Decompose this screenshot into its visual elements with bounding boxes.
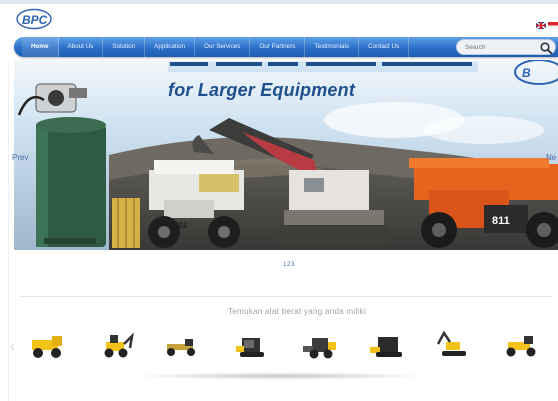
logo-text: BPC: [22, 13, 48, 27]
backhoe-loader-icon[interactable]: [96, 330, 134, 360]
motor-grader-icon[interactable]: [502, 330, 540, 360]
left-border: [8, 62, 9, 401]
nav-contact-us[interactable]: Contact Us: [359, 37, 410, 57]
nav-testimonials[interactable]: Testimonials: [305, 37, 360, 57]
nav-about-us[interactable]: About Us: [59, 37, 104, 57]
banner-next[interactable]: Ne: [546, 153, 556, 162]
compact-loader-icon[interactable]: [368, 330, 406, 360]
banner-headline: for Larger Equipment: [168, 80, 356, 100]
carousel-shadow: [130, 372, 430, 380]
wheel-loader-icon[interactable]: [300, 330, 338, 360]
dump-truck-icon[interactable]: [28, 330, 66, 360]
nav-home[interactable]: Home: [22, 37, 59, 57]
excavator-icon[interactable]: [434, 330, 472, 360]
indonesia-flag-icon: [548, 22, 558, 29]
magnifier-icon[interactable]: [539, 41, 553, 55]
nav-our-partners[interactable]: Our Partners: [250, 37, 306, 57]
language-flags[interactable]: [536, 22, 558, 31]
page: BPC Home About Us Solution Application O…: [0, 0, 558, 401]
bpc-logo[interactable]: BPC: [16, 8, 52, 30]
search-input[interactable]: [465, 42, 535, 53]
nav-solution[interactable]: Solution: [103, 37, 146, 57]
nav-our-services[interactable]: Our Services: [195, 37, 251, 57]
svg-text:B: B: [522, 66, 531, 80]
skid-steer-icon[interactable]: [232, 330, 270, 360]
carousel-prev-icon[interactable]: ‹: [10, 338, 15, 354]
section-divider: [20, 296, 552, 297]
svg-text:811: 811: [492, 215, 510, 227]
grader-icon[interactable]: [163, 330, 201, 360]
uk-flag-icon: [536, 22, 547, 30]
search-box[interactable]: [456, 39, 556, 55]
carousel-tagline: Temukan alat berat yang anda miliki: [227, 307, 367, 316]
top-band: [0, 0, 558, 4]
nav-application[interactable]: Application: [145, 37, 195, 57]
banner-prev[interactable]: Prev: [12, 153, 28, 162]
headline-top-cut: [168, 62, 478, 72]
banner-pager[interactable]: 1 2 3: [283, 262, 294, 268]
